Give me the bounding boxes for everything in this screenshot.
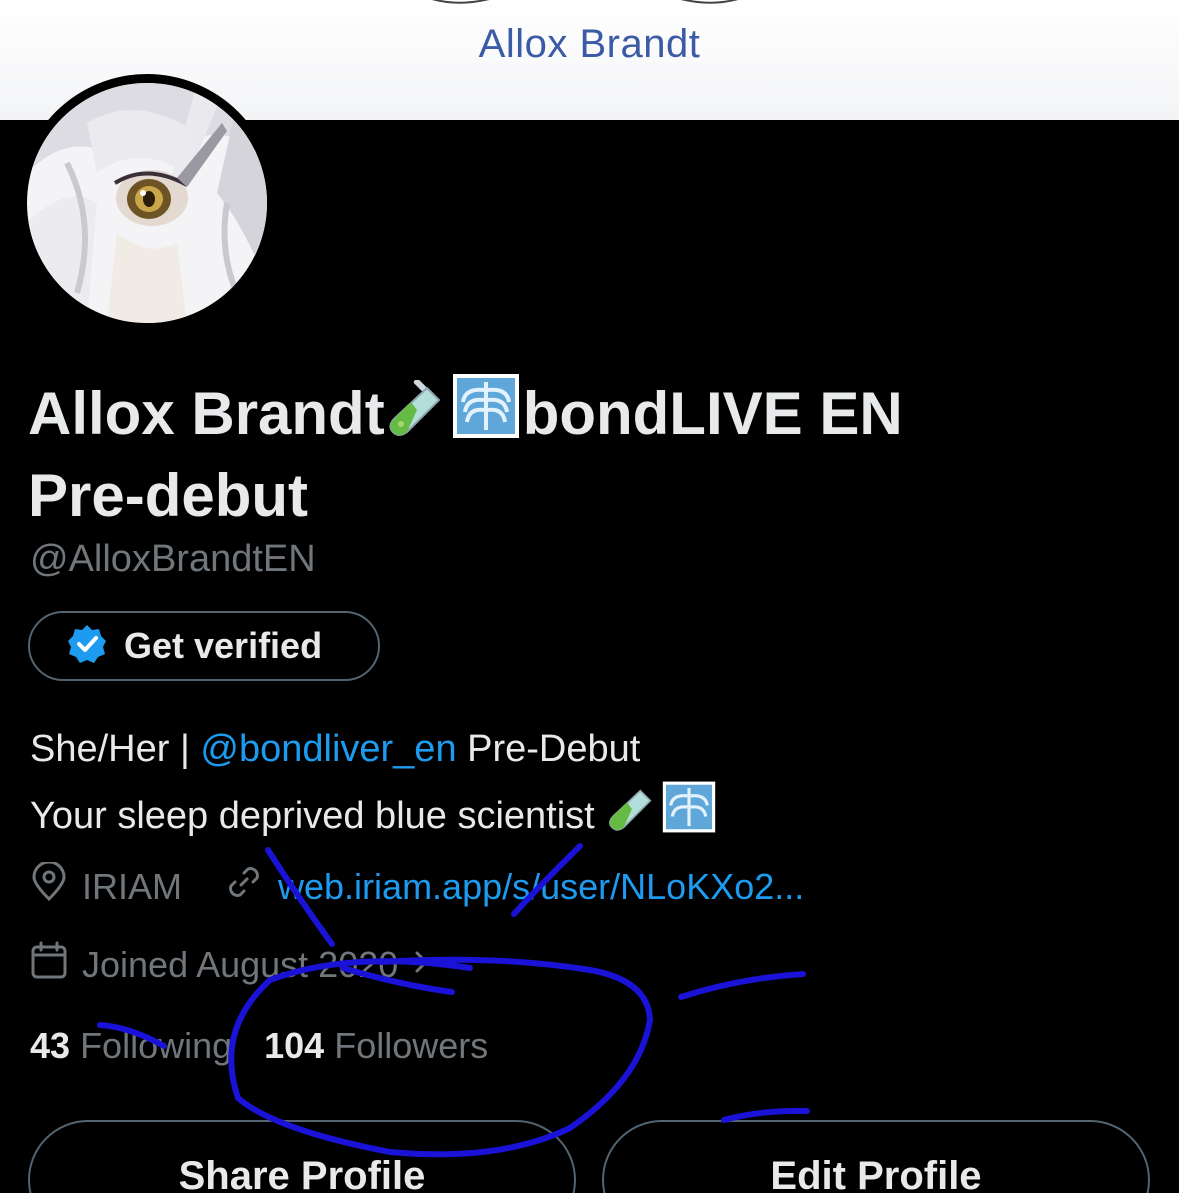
get-verified-button[interactable]: Get verified — [28, 611, 380, 681]
joined-text: Joined August 2020 — [82, 943, 399, 985]
link-icon — [224, 862, 264, 911]
get-verified-label: Get verified — [124, 625, 323, 666]
display-name: Allox Brandt bondLIVE EN Pre-debut — [28, 372, 1148, 534]
test-tube-emoji — [607, 784, 657, 853]
display-name-suffix: bondLIVE EN — [522, 380, 903, 447]
location-text: IRIAM — [82, 865, 183, 907]
profile-meta-row: IRIAM web.iriam.app/s/user/NLoKXo2... — [30, 860, 846, 911]
display-name-line2: Pre-debut — [28, 462, 309, 529]
followers-count: 104 — [264, 1025, 325, 1066]
bio-pronouns: She/Her | — [30, 728, 201, 770]
xray-emoji — [661, 780, 717, 853]
website-item[interactable]: web.iriam.app/s/user/NLoKXo2... — [224, 862, 804, 911]
bio-line1-suffix: Pre-Debut — [456, 728, 641, 770]
test-tube-emoji — [387, 378, 447, 458]
joined-row[interactable]: Joined August 2020 — [30, 940, 474, 989]
chevron-right-icon — [412, 944, 432, 986]
avatar[interactable] — [18, 74, 276, 332]
bio-line2: Your sleep deprived blue scientist — [30, 780, 719, 853]
follow-stats: 43 Following 104 Followers — [30, 1025, 488, 1067]
location-item: IRIAM — [30, 860, 183, 911]
share-profile-button[interactable]: Share Profile — [28, 1120, 576, 1193]
following-count: 43 — [30, 1025, 71, 1066]
calendar-icon — [30, 940, 68, 989]
bio-mention-link[interactable]: @bondliver_en — [200, 728, 456, 770]
bio-tagline: Your sleep deprived blue scientist — [30, 795, 606, 837]
followers-stat[interactable]: 104 Followers — [264, 1025, 488, 1067]
xray-emoji — [451, 372, 521, 458]
bio-line1: She/Her | @bondliver_en Pre-Debut — [30, 718, 719, 780]
location-pin-icon — [30, 860, 68, 911]
banner-title: Allox Brandt — [478, 22, 701, 66]
verified-badge-icon — [66, 623, 108, 670]
following-stat[interactable]: 43 Following — [30, 1025, 232, 1067]
bio: She/Her | @bondliver_en Pre-Debut Your s… — [30, 718, 719, 853]
display-name-main: Allox Brandt — [28, 380, 385, 447]
avatar-image — [27, 83, 267, 323]
edit-profile-button[interactable]: Edit Profile — [602, 1120, 1150, 1193]
banner-logo-wings — [432, 0, 738, 4]
profile-page: Allox Brandt Allox Brandt bondLIVE EN Pr… — [0, 0, 1179, 1193]
following-label: Following — [80, 1025, 233, 1066]
followers-label: Followers — [334, 1025, 489, 1066]
website-link[interactable]: web.iriam.app/s/user/NLoKXo2... — [278, 866, 804, 908]
joined-item[interactable]: Joined August 2020 — [30, 940, 432, 989]
user-handle: @AlloxBrandtEN — [30, 538, 316, 580]
